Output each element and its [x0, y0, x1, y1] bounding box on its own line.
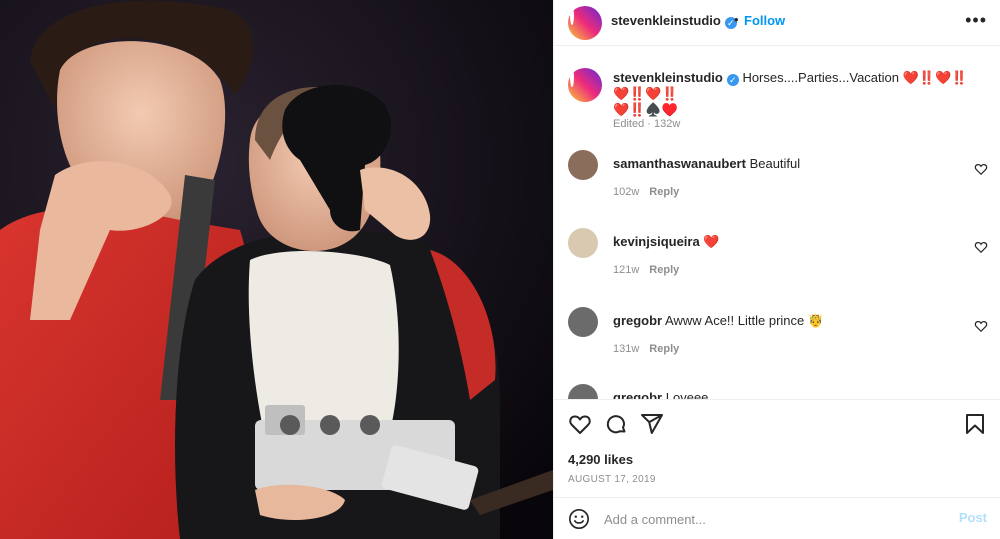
more-options-icon[interactable]: ••• [965, 10, 987, 31]
comment-meta: 102w Reply [613, 186, 679, 198]
caption-emoji-line2: ❤️‼️♠️♥️ [613, 102, 678, 117]
follow-button[interactable]: Follow [744, 13, 785, 28]
comment-item: kevinjsiqueira ❤️ 121w Reply [568, 228, 988, 298]
comment-like-heart-icon[interactable] [974, 319, 988, 333]
post-photo-illustration [0, 0, 553, 539]
caption-meta: Edited · 132w [613, 118, 681, 130]
commenter-avatar[interactable] [568, 307, 598, 337]
post-date[interactable]: AUGUST 17, 2019 [568, 474, 656, 485]
author-avatar[interactable] [568, 6, 602, 40]
comment-meta: 121w Reply [613, 264, 679, 276]
reply-button[interactable]: Reply [649, 343, 679, 355]
comment-text-block: kevinjsiqueira ❤️ [613, 234, 953, 250]
comment-text-block: samanthaswanaubert Beautiful [613, 156, 953, 172]
commenter-avatar[interactable] [568, 384, 598, 399]
commenter-avatar[interactable] [568, 150, 598, 180]
caption-text: Horses....Parties...Vacation [742, 70, 899, 85]
comment-icon[interactable] [604, 412, 628, 436]
likes-count[interactable]: 4,290 likes [568, 452, 633, 467]
comment-text: ❤️ [703, 234, 720, 249]
comment-text: Awww Ace!! Little prince 🤴 [665, 313, 825, 328]
comment-like-heart-icon[interactable] [974, 162, 988, 176]
caption-verified-badge-icon: ✓ [726, 74, 739, 86]
comment-item: gregobr Loveee [568, 384, 988, 399]
commenter-username[interactable]: kevinjsiqueira [613, 234, 700, 249]
post-header: stevenkleinstudio ✓ • Follow ••• [554, 0, 1000, 46]
commenter-username[interactable]: gregobr [613, 390, 662, 399]
author-username[interactable]: stevenkleinstudio ✓ [611, 13, 737, 29]
post-sidebar: stevenkleinstudio ✓ • Follow ••• stevenkl… [553, 0, 1000, 539]
comment-item: gregobr Awww Ace!! Little prince 🤴 131w R… [568, 307, 988, 377]
commenter-username[interactable]: gregobr [613, 313, 662, 328]
share-icon[interactable] [640, 412, 664, 436]
author-username-text[interactable]: stevenkleinstudio [611, 13, 721, 28]
comment-text: Loveee [665, 390, 709, 399]
bookmark-icon[interactable] [963, 412, 987, 436]
heart-icon[interactable] [568, 412, 592, 436]
add-comment-input[interactable] [604, 506, 934, 532]
post-actions: 4,290 likes AUGUST 17, 2019 [554, 399, 1000, 497]
post-photo[interactable] [0, 0, 553, 539]
caption-author-avatar[interactable] [568, 68, 602, 102]
comment-time[interactable]: 102w [613, 186, 639, 198]
comment-like-heart-icon[interactable] [974, 240, 988, 254]
comment-meta: 131w Reply [613, 343, 679, 355]
comment-time[interactable]: 131w [613, 343, 639, 355]
comment-text-block: gregobr Loveee [613, 390, 953, 399]
caption-username[interactable]: stevenkleinstudio [613, 70, 723, 85]
caption-text-block: stevenkleinstudio ✓ Horses....Parties...V… [613, 70, 983, 118]
commenter-username[interactable]: samanthaswanaubert [613, 156, 746, 171]
comment-text-block: gregobr Awww Ace!! Little prince 🤴 [613, 313, 953, 329]
comments-list[interactable]: stevenkleinstudio ✓ Horses....Parties...V… [554, 47, 1000, 399]
comment-item: samanthaswanaubert Beautiful 102w Reply [568, 150, 988, 220]
comment-text: Beautiful [749, 156, 801, 171]
post-comment-button[interactable]: Post [959, 510, 987, 525]
reply-button[interactable]: Reply [649, 186, 679, 198]
commenter-avatar[interactable] [568, 228, 598, 258]
separator-dot: • [734, 12, 739, 27]
emoji-icon[interactable] [568, 508, 590, 530]
reply-button[interactable]: Reply [649, 264, 679, 276]
comment-time[interactable]: 121w [613, 264, 639, 276]
instagram-post-modal: stevenkleinstudio ✓ • Follow ••• stevenkl… [0, 0, 1000, 539]
add-comment-bar: Post [554, 497, 1000, 539]
